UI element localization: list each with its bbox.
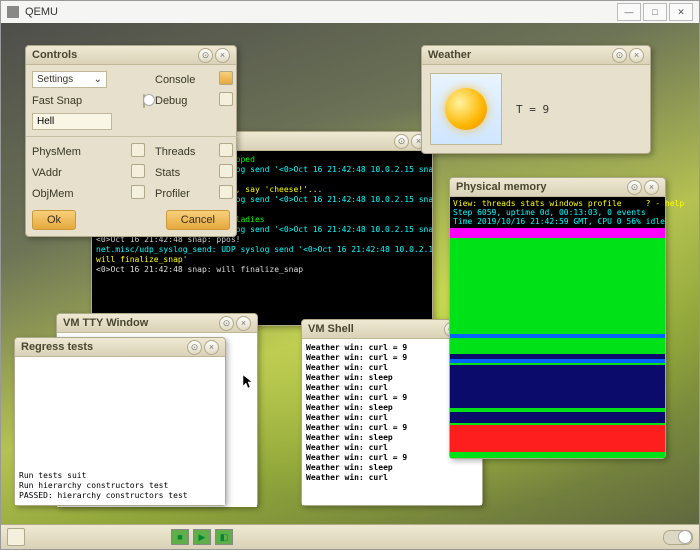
- console-check[interactable]: [219, 71, 233, 85]
- physmem-body[interactable]: View: threads stats windows profile ? - …: [450, 197, 665, 458]
- fastsnap-toggle[interactable]: [143, 94, 145, 108]
- desktop-canvas: ⊙ × stopped yslog send '<0>Oct 16 21:42:…: [1, 23, 699, 549]
- pin-icon[interactable]: ⊙: [219, 316, 234, 331]
- physmem-status: View: threads stats windows profile ? - …: [450, 197, 665, 228]
- close-icon[interactable]: ×: [204, 340, 219, 355]
- panel-header[interactable]: Controls ⊙ ×: [26, 46, 236, 65]
- objmem-label: ObjMem: [32, 187, 107, 201]
- pin-icon[interactable]: ⊙: [198, 48, 213, 63]
- panel-header[interactable]: Physical memory ⊙ ×: [450, 178, 665, 197]
- taskbar-vm3[interactable]: ◧: [215, 529, 233, 545]
- stats-check[interactable]: [219, 164, 233, 178]
- weather-temp: T = 9: [516, 103, 549, 116]
- controls-panel[interactable]: Controls ⊙ × Settings⌄ Console Fast Snap…: [25, 45, 237, 237]
- maximize-button[interactable]: □: [643, 3, 667, 21]
- os-titlebar: QEMU — □ ✕: [1, 1, 699, 24]
- regress-panel[interactable]: Regress tests ⊙ × Run tests suit Run hie…: [14, 337, 226, 506]
- taskbar-toggle[interactable]: [663, 530, 693, 545]
- threads-check[interactable]: [219, 143, 233, 157]
- threads-label: Threads: [155, 145, 195, 159]
- vaddr-check[interactable]: [131, 164, 145, 178]
- stats-label: Stats: [155, 166, 195, 180]
- hell-input[interactable]: [32, 113, 112, 130]
- separator: [26, 136, 239, 137]
- settings-combo[interactable]: Settings⌄: [32, 71, 107, 88]
- taskbar-vm1[interactable]: ■: [171, 529, 189, 545]
- objmem-check[interactable]: [131, 185, 145, 199]
- panel-header[interactable]: Regress tests ⊙ ×: [15, 338, 225, 357]
- physmem-check[interactable]: [131, 143, 145, 157]
- panel-header[interactable]: Weather ⊙ ×: [422, 46, 650, 65]
- panel-title: Regress tests: [21, 341, 185, 353]
- fastsnap-label: Fast Snap: [32, 94, 107, 108]
- debug-check[interactable]: [219, 92, 233, 106]
- taskbar: ■ ▶ ◧: [1, 524, 699, 549]
- physmem-panel[interactable]: Physical memory ⊙ × View: threads stats …: [449, 177, 666, 459]
- close-icon[interactable]: ×: [644, 180, 659, 195]
- pin-icon[interactable]: ⊙: [627, 180, 642, 195]
- weather-body: T = 9: [422, 65, 650, 153]
- panel-title: VM TTY Window: [63, 317, 217, 329]
- panel-title: Physical memory: [456, 181, 625, 193]
- sun-icon: [445, 88, 487, 130]
- minimize-button[interactable]: —: [617, 3, 641, 21]
- debug-label: Debug: [155, 94, 195, 108]
- app-icon: [7, 6, 19, 18]
- window-title: QEMU: [25, 6, 615, 18]
- pin-icon[interactable]: ⊙: [187, 340, 202, 355]
- cancel-button[interactable]: Cancel: [166, 210, 230, 230]
- profiler-check[interactable]: [219, 185, 233, 199]
- close-icon[interactable]: ×: [629, 48, 644, 63]
- close-icon[interactable]: ×: [215, 48, 230, 63]
- profiler-label: Profiler: [155, 187, 195, 201]
- panel-title: Controls: [32, 49, 196, 61]
- weather-panel[interactable]: Weather ⊙ × T = 9: [421, 45, 651, 154]
- taskbar-vm2[interactable]: ▶: [193, 529, 211, 545]
- panel-header[interactable]: VM TTY Window ⊙ ×: [57, 314, 257, 333]
- vaddr-label: VAddr: [32, 166, 107, 180]
- regress-body[interactable]: Run tests suit Run hierarchy constructor…: [15, 357, 225, 505]
- physmem-map: [450, 228, 665, 458]
- taskbar-start[interactable]: [7, 528, 25, 546]
- close-button[interactable]: ✕: [669, 3, 693, 21]
- panel-title: VM Shell: [308, 323, 442, 335]
- console-label: Console: [155, 73, 195, 87]
- weather-icon: [430, 73, 502, 145]
- close-icon[interactable]: ×: [236, 316, 251, 331]
- pin-icon[interactable]: ⊙: [394, 134, 409, 149]
- ok-button[interactable]: Ok: [32, 210, 76, 230]
- chevron-down-icon: ⌄: [94, 74, 102, 85]
- physmem-label: PhysMem: [32, 145, 107, 159]
- panel-title: Weather: [428, 49, 610, 61]
- pin-icon[interactable]: ⊙: [612, 48, 627, 63]
- app-window: QEMU — □ ✕ ⊙ × stopped yslog send '<0>Oc…: [0, 0, 700, 550]
- controls-body: Settings⌄ Console Fast Snap Debug PhysMe…: [26, 65, 236, 236]
